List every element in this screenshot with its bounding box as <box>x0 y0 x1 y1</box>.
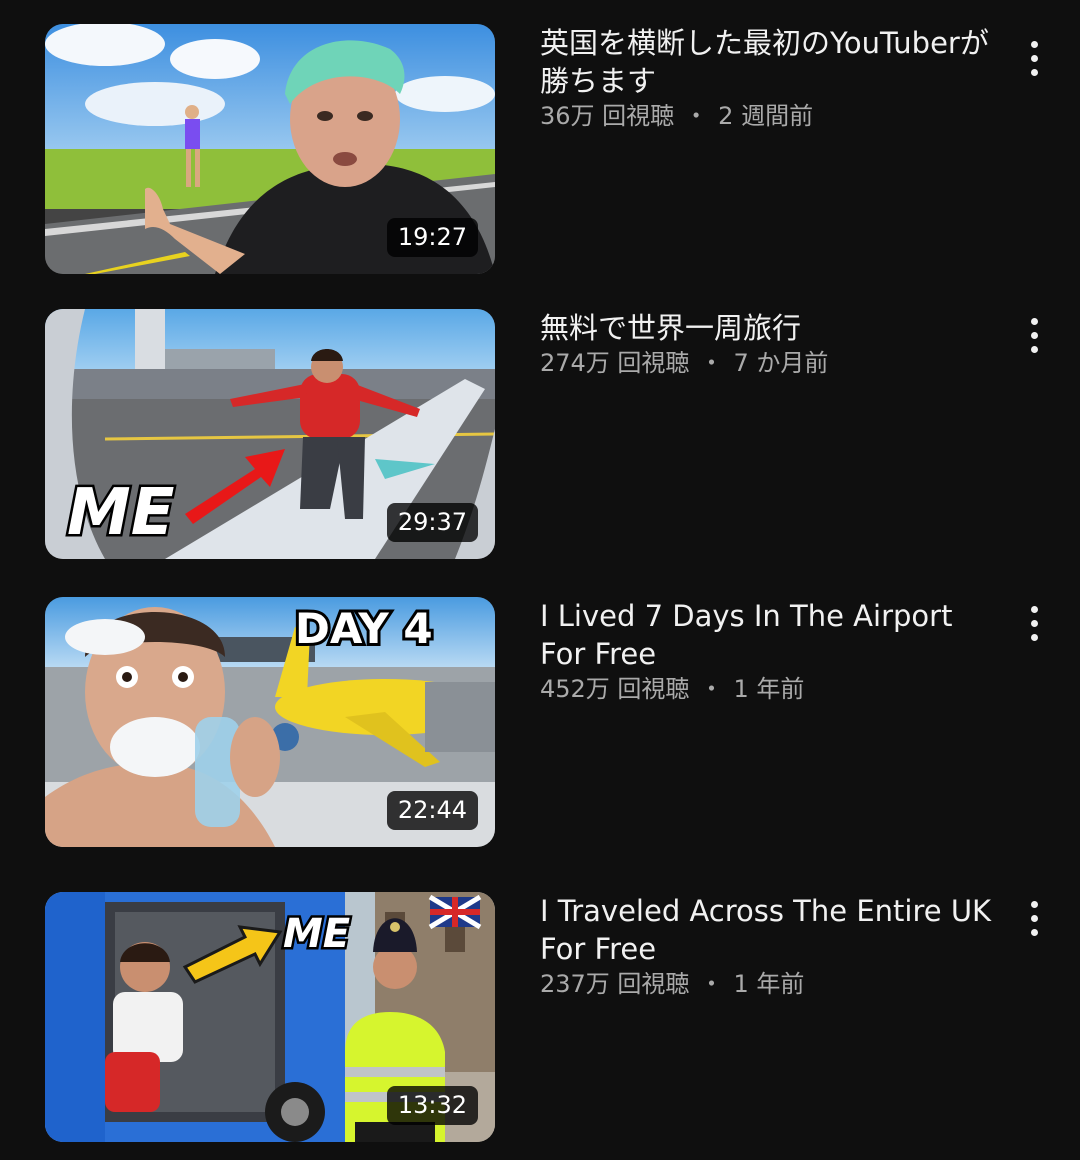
dot <box>1030 605 1038 613</box>
dot <box>1030 633 1038 641</box>
video-item[interactable]: ME 13:32 I Traveled Across The Entire UK… <box>0 892 1080 1142</box>
dot <box>1030 40 1038 48</box>
video-thumbnail[interactable]: DAY 4 22:44 <box>45 597 495 847</box>
thumbnail-caption: ME <box>283 911 350 957</box>
dot <box>1030 900 1038 908</box>
view-count: 274万 回視聴 <box>540 349 690 377</box>
video-title[interactable]: 無料で世界一周旅行 <box>540 309 1000 347</box>
video-thumbnail[interactable]: ME 29:37 <box>45 309 495 559</box>
video-metadata[interactable]: 無料で世界一周旅行 274万 回視聴・ 7 か月前 <box>540 309 1000 379</box>
video-thumbnail[interactable]: 19:27 <box>45 24 495 274</box>
upload-age: 1 年前 <box>733 675 805 703</box>
video-item[interactable]: 19:27 英国を横断した最初のYouTuberが勝ちます 36万 回視聴・ 2 … <box>0 24 1080 274</box>
video-title[interactable]: 英国を横断した最初のYouTuberが勝ちます <box>540 24 1000 100</box>
dot <box>1030 914 1038 922</box>
video-stats: 452万 回視聴・ 1 年前 <box>540 673 1000 705</box>
video-duration: 13:32 <box>386 1086 478 1125</box>
video-item[interactable]: DAY 4 22:44 I Lived 7 Days In The Airpor… <box>0 597 1080 847</box>
view-count: 452万 回視聴 <box>540 675 690 703</box>
more-vert-icon[interactable] <box>1012 593 1056 653</box>
separator: ・ <box>699 675 724 703</box>
video-duration: 29:37 <box>386 503 478 542</box>
view-count: 237万 回視聴 <box>540 970 690 998</box>
upload-age: 2 週間前 <box>718 102 814 130</box>
more-vert-icon[interactable] <box>1012 305 1056 365</box>
video-metadata[interactable]: I Lived 7 Days In The Airport For Free 4… <box>540 597 1000 705</box>
thumbnail-caption: DAY 4 <box>295 604 433 653</box>
separator: ・ <box>684 102 709 130</box>
video-title[interactable]: I Traveled Across The Entire UK For Free <box>540 892 1000 968</box>
dot <box>1030 317 1038 325</box>
video-item[interactable]: ME 29:37 無料で世界一周旅行 274万 回視聴・ 7 か月前 <box>0 309 1080 559</box>
video-stats: 36万 回視聴・ 2 週間前 <box>540 100 1000 132</box>
thumbnail-caption: ME <box>67 476 174 550</box>
separator: ・ <box>699 970 724 998</box>
video-feed: 19:27 英国を横断した最初のYouTuberが勝ちます 36万 回視聴・ 2 … <box>0 0 1080 1160</box>
dot <box>1030 345 1038 353</box>
video-thumbnail[interactable]: ME 13:32 <box>45 892 495 1142</box>
upload-age: 7 か月前 <box>733 349 829 377</box>
video-stats: 237万 回視聴・ 1 年前 <box>540 968 1000 1000</box>
video-metadata[interactable]: I Traveled Across The Entire UK For Free… <box>540 892 1000 1000</box>
dot <box>1030 54 1038 62</box>
dot <box>1030 619 1038 627</box>
separator: ・ <box>699 349 724 377</box>
video-metadata[interactable]: 英国を横断した最初のYouTuberが勝ちます 36万 回視聴・ 2 週間前 <box>540 24 1000 132</box>
more-vert-icon[interactable] <box>1012 28 1056 88</box>
view-count: 36万 回視聴 <box>540 102 675 130</box>
upload-age: 1 年前 <box>733 970 805 998</box>
more-vert-icon[interactable] <box>1012 888 1056 948</box>
video-title[interactable]: I Lived 7 Days In The Airport For Free <box>540 597 1000 673</box>
video-stats: 274万 回視聴・ 7 か月前 <box>540 347 1000 379</box>
video-duration: 19:27 <box>386 218 478 257</box>
dot <box>1030 68 1038 76</box>
dot <box>1030 928 1038 936</box>
dot <box>1030 331 1038 339</box>
video-duration: 22:44 <box>386 791 478 830</box>
